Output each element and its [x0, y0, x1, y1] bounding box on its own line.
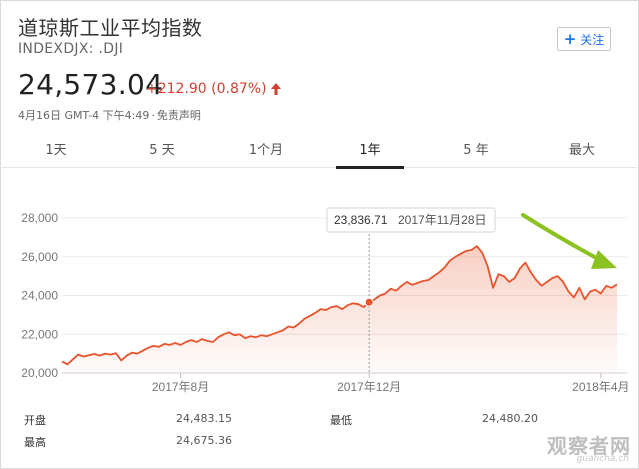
y-tick-label: 22,000 — [21, 327, 58, 341]
price-change: +212.90 (0.87%) — [146, 81, 267, 97]
annotation-arrow-icon — [521, 213, 617, 269]
low-label: 最低 — [330, 414, 352, 427]
arrow-up-icon — [271, 83, 281, 95]
quote-meta: 4月16日 GMT-4 下午4:49 · 免责声明 — [18, 109, 201, 122]
current-price: 24,573.04 — [18, 68, 164, 101]
open-label: 开盘 — [24, 414, 46, 427]
high-label: 最高 — [24, 436, 46, 449]
tab-5-day[interactable]: 5 天 — [122, 128, 202, 168]
arrow-head — [591, 250, 617, 269]
price-area — [62, 246, 617, 373]
follow-button[interactable]: + 关注 — [557, 27, 611, 51]
ticker-symbol: INDEXDJX: .DJI — [18, 41, 124, 57]
chart-tooltip: 23,836.71 2017年11月28日 — [326, 207, 496, 233]
watermark-sub: guancha.cn — [576, 454, 629, 464]
watermark-logo: 观察者网 guancha.cn — [545, 430, 635, 466]
range-tabs: 1天 5 天 1个月 1年 5 年 最大 — [0, 128, 637, 169]
tab-5-year[interactable]: 5 年 — [436, 128, 516, 168]
tab-1-year[interactable]: 1年 — [336, 128, 404, 169]
y-tick-label: 24,000 — [21, 289, 58, 303]
index-title: 道琼斯工业平均指数 — [18, 16, 203, 40]
arrow-shaft — [521, 213, 606, 264]
x-tick-label: 2018年4月 — [572, 380, 629, 394]
quote-timestamp: 4月16日 GMT-4 下午4:49 — [18, 109, 150, 122]
tooltip-date: 2017年11月28日 — [398, 213, 487, 227]
tab-1-month[interactable]: 1个月 — [226, 128, 306, 168]
x-tick-label: 2017年12月 — [337, 380, 401, 394]
y-tick-label: 20,000 — [21, 366, 58, 380]
y-tick-label: 28,000 — [21, 211, 58, 225]
open-value: 24,483.15 — [176, 412, 232, 425]
tab-max[interactable]: 最大 — [542, 128, 622, 168]
price-chart[interactable]: 28,000 26,000 24,000 22,000 20,000 2017年8月 201… — [0, 168, 637, 398]
highlight-point — [364, 297, 374, 307]
y-tick-label: 26,000 — [21, 250, 58, 264]
disclaimer-link[interactable]: 免责声明 — [157, 109, 201, 122]
low-value: 24,480.20 — [482, 412, 538, 425]
follow-label: 关注 — [580, 32, 605, 47]
tab-1-day[interactable]: 1天 — [16, 128, 96, 168]
tooltip-value: 23,836.71 — [334, 213, 388, 227]
x-tick-label: 2017年8月 — [152, 380, 209, 394]
high-value: 24,675.36 — [176, 434, 232, 447]
plus-icon: + — [563, 29, 577, 48]
